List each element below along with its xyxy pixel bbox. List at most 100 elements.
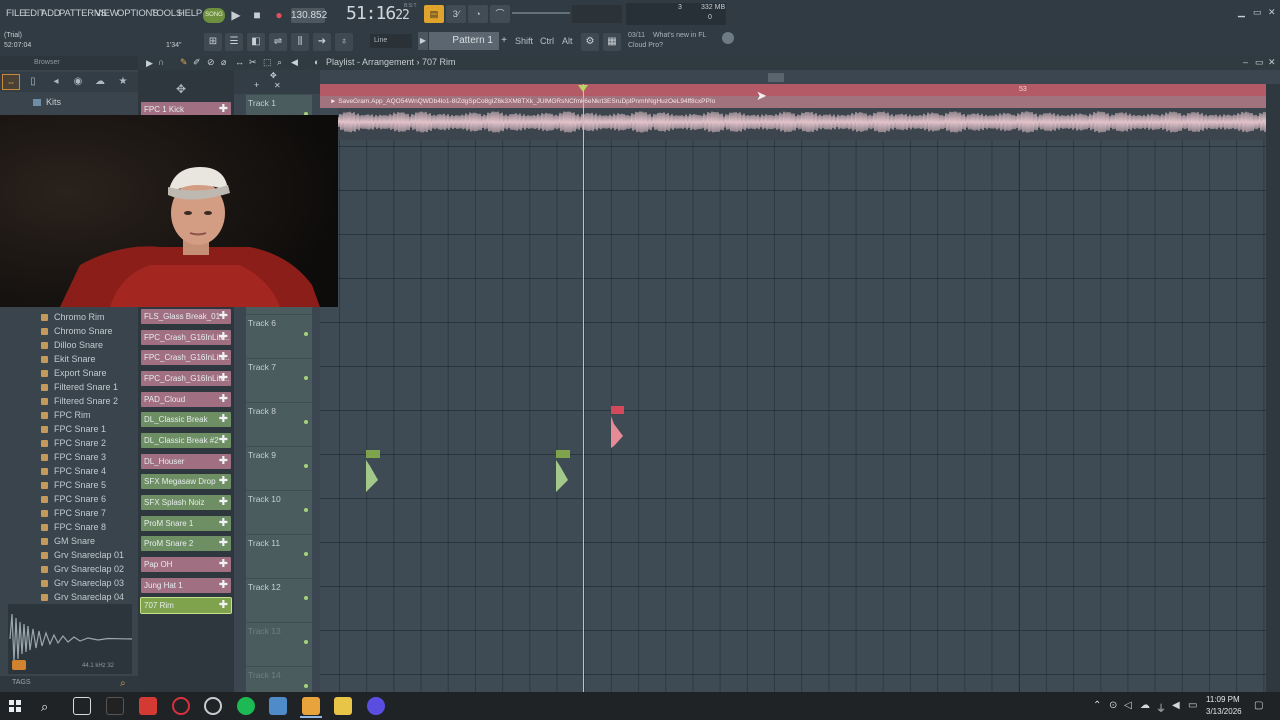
master-pitch-slider[interactable]: [512, 12, 570, 14]
browser-item[interactable]: FPC Snare 1: [54, 424, 106, 434]
channel-button[interactable]: SFX Megasaw Drop ✚: [141, 474, 231, 489]
pencil-icon[interactable]: ✎: [180, 57, 188, 68]
channel-button[interactable]: Jung Hat 1 ✚: [141, 578, 231, 593]
mixer-faders-icon[interactable]: ⫼: [291, 33, 309, 51]
browser-item[interactable]: Grv Snareclap 04: [54, 592, 124, 602]
notes-icon[interactable]: [269, 697, 287, 715]
spotify-icon[interactable]: [237, 697, 255, 715]
file-icon[interactable]: ▯: [27, 76, 39, 88]
browser-item[interactable]: FPC Snare 4: [54, 466, 106, 476]
pattern-prev-icon[interactable]: ▶: [418, 32, 428, 50]
plugin-icon[interactable]: ➜: [313, 33, 331, 51]
track-expand-icon[interactable]: ✥: [270, 71, 277, 80]
track-label[interactable]: Track 1: [248, 98, 276, 108]
file-explorer-icon[interactable]: [334, 697, 352, 715]
magnet-icon[interactable]: ∩: [158, 57, 164, 67]
search-icon[interactable]: ⌕: [120, 678, 126, 689]
menu-help[interactable]: HELP: [178, 8, 202, 19]
channel-button[interactable]: ProM Snare 2 ✚: [141, 536, 231, 551]
channel-add-icon[interactable]: ✚: [219, 474, 228, 489]
tags-label[interactable]: TAGS: [12, 679, 31, 686]
pattern-clip-track9-b[interactable]: [556, 450, 570, 492]
loop-region[interactable]: [320, 84, 1266, 96]
tray-usb-icon[interactable]: ⏚: [1156, 700, 1166, 715]
browser-item[interactable]: FPC Rim: [54, 410, 91, 420]
track-mute-led[interactable]: [304, 420, 308, 424]
track-label[interactable]: Track 12: [248, 582, 281, 592]
mix-icon[interactable]: ◉: [72, 76, 84, 88]
cloud-icon[interactable]: ☁: [94, 76, 106, 88]
ctrl-key-button[interactable]: Ctrl: [540, 32, 554, 50]
speaker-icon[interactable]: ◀: [291, 57, 298, 68]
menu-file[interactable]: FILE: [6, 8, 25, 19]
tempo-display[interactable]: 130.852: [291, 8, 327, 23]
channel-add-icon[interactable]: ✚: [219, 578, 228, 593]
channel-button[interactable]: DL_Houser ✚: [141, 454, 231, 469]
audio-clip-header[interactable]: ► SaveGram.App_AQO54WnQWDb4lo1-8IZdgSpCo…: [320, 96, 1266, 108]
channel-add-icon[interactable]: ✚: [219, 433, 228, 448]
metronome-icon[interactable]: 3⁄: [446, 5, 466, 23]
channel-add-icon[interactable]: ✚: [219, 495, 228, 510]
track-label[interactable]: Track 13: [248, 626, 281, 636]
menu-view[interactable]: VIEW: [95, 8, 119, 19]
playlist-menu-icon[interactable]: ◐: [314, 57, 319, 67]
play-icon[interactable]: ▶: [227, 6, 245, 24]
channel-add-icon[interactable]: ✚: [219, 309, 228, 324]
browser-item[interactable]: Export Snare: [54, 368, 107, 378]
browser-item[interactable]: Grv Snareclap 02: [54, 564, 124, 574]
zoom-icon[interactable]: ⌕: [277, 57, 282, 68]
record-icon[interactable]: ●: [270, 6, 288, 24]
tray-chevron-icon[interactable]: ⌃: [1093, 700, 1101, 711]
task-view-icon[interactable]: [73, 697, 91, 715]
pattern-song-icon[interactable]: ▤: [424, 5, 444, 23]
channel-add-icon[interactable]: ✚: [219, 371, 228, 386]
channel-button[interactable]: DL_Classic Break #2 ✚: [141, 433, 231, 448]
view-pianoroll-icon[interactable]: ☰: [225, 33, 243, 51]
track-label[interactable]: Track 10: [248, 494, 281, 504]
tray-network-icon[interactable]: ▭: [1188, 700, 1197, 711]
tray-volume-icon[interactable]: ◁: [1124, 700, 1132, 711]
slice-icon[interactable]: ✂: [249, 57, 257, 68]
remove-track-icon[interactable]: ✕: [274, 81, 281, 90]
channel-add-icon[interactable]: ✚: [219, 392, 228, 407]
pattern-clip-track9-a[interactable]: [366, 450, 380, 492]
add-track-icon[interactable]: +: [254, 80, 259, 90]
browser-folder-kits[interactable]: Kits: [46, 97, 61, 107]
pattern-select[interactable]: Pattern 1: [429, 32, 499, 50]
channel-button[interactable]: DL_Classic Break ✚: [141, 412, 231, 427]
snap-select[interactable]: Line: [370, 34, 412, 48]
select-icon[interactable]: ⬚: [263, 57, 272, 68]
taskbar-date[interactable]: 3/13/2026: [1206, 707, 1242, 716]
playlist-minimize-icon[interactable]: –: [1243, 57, 1248, 67]
notification-icon[interactable]: ▢: [1254, 700, 1263, 711]
track-label[interactable]: Track 8: [248, 406, 276, 416]
slip-icon[interactable]: ↔: [235, 57, 244, 67]
horizontal-scroll-thumb[interactable]: [768, 73, 784, 82]
opera-icon[interactable]: [172, 697, 190, 715]
browser-item[interactable]: GM Snare: [54, 536, 95, 546]
browser-item[interactable]: FPC Snare 8: [54, 522, 106, 532]
track-mute-led[interactable]: [304, 332, 308, 336]
channel-add-icon[interactable]: ✚: [219, 557, 228, 572]
track-label[interactable]: Track 11: [248, 538, 280, 548]
channel-button[interactable]: 707 Rim ✚: [140, 597, 232, 614]
browser-menu-icon[interactable]: ⇔: [2, 74, 20, 90]
tray-cloud-icon[interactable]: ☁: [1140, 700, 1150, 711]
view-channel-rack-icon[interactable]: ◧: [247, 33, 265, 51]
playlist-grid[interactable]: [320, 96, 1266, 692]
channel-add-icon[interactable]: ✚: [219, 536, 228, 551]
playlist-close-icon[interactable]: ✕: [1268, 57, 1276, 68]
cart-icon[interactable]: ▦: [603, 33, 621, 51]
windows-start-icon[interactable]: [9, 700, 21, 712]
wait-input-icon[interactable]: ◔: [468, 5, 488, 23]
brush-icon[interactable]: ✐: [193, 57, 201, 68]
settings-gear-icon[interactable]: ⚙: [581, 33, 599, 51]
track-label[interactable]: Track 9: [248, 450, 276, 460]
song-mode-toggle[interactable]: SONG: [203, 8, 225, 23]
channel-button[interactable]: ProM Snare 1 ✚: [141, 516, 231, 531]
app-circle-icon[interactable]: [367, 697, 385, 715]
browser-item[interactable]: Grv Snareclap 01: [54, 550, 124, 560]
stop-icon[interactable]: ■: [248, 6, 266, 24]
news-panel[interactable]: 03/11 What's new in FL Cloud Pro?: [628, 31, 706, 51]
taskbar-clock[interactable]: 11:09 PM: [1206, 695, 1240, 704]
